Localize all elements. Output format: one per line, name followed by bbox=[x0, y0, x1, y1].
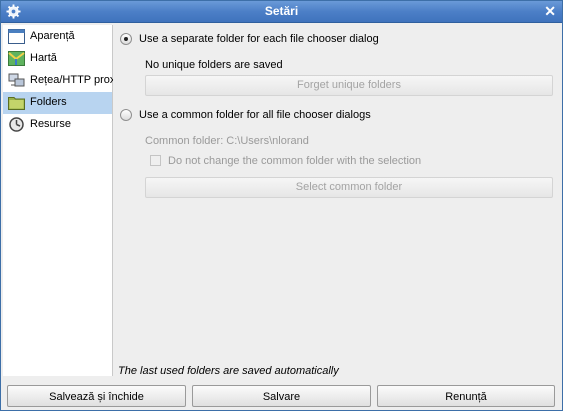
save-and-close-button[interactable]: Salvează și închide bbox=[7, 385, 186, 407]
forget-unique-folders-button[interactable]: Forget unique folders bbox=[145, 75, 553, 96]
no-unique-folders-text: No unique folders are saved bbox=[145, 59, 283, 71]
sidebar-item-label: Hartă bbox=[30, 52, 57, 64]
sidebar-item-appearance[interactable]: Aparență bbox=[3, 26, 112, 48]
separate-folder-label: Use a separate folder for each file choo… bbox=[139, 33, 379, 45]
map-icon bbox=[8, 51, 25, 66]
dont-change-common-folder-checkbox[interactable] bbox=[150, 155, 161, 166]
window-title: Setări bbox=[264, 4, 299, 18]
separate-folder-radio[interactable] bbox=[120, 33, 132, 45]
settings-window: Setări ✕ Aparență Hartă Rețea/HTTP proxy… bbox=[0, 0, 563, 411]
common-folder-path-text: Common folder: C:\Users\nlorand bbox=[145, 135, 309, 147]
sidebar-item-map[interactable]: Hartă bbox=[3, 48, 112, 70]
cancel-button[interactable]: Renunță bbox=[377, 385, 555, 407]
close-icon[interactable]: ✕ bbox=[544, 3, 556, 20]
appearance-window-icon bbox=[8, 29, 25, 44]
save-button[interactable]: Salvare bbox=[192, 385, 371, 407]
sidebar-item-network[interactable]: Rețea/HTTP proxy bbox=[3, 70, 121, 92]
select-common-folder-button[interactable]: Select common folder bbox=[145, 177, 553, 198]
sidebar-item-resources[interactable]: Resurse bbox=[3, 114, 112, 136]
sidebar-item-label: Folders bbox=[30, 96, 67, 108]
folders-panel: Use a separate folder for each file choo… bbox=[113, 25, 561, 377]
sidebar-item-label: Resurse bbox=[30, 118, 71, 130]
sidebar-item-label: Rețea/HTTP proxy bbox=[30, 74, 121, 86]
dont-change-common-folder-label: Do not change the common folder with the… bbox=[168, 155, 422, 167]
sidebar-item-folders[interactable]: Folders bbox=[3, 92, 112, 114]
settings-sidebar: Aparență Hartă Rețea/HTTP proxy Folders … bbox=[3, 25, 121, 376]
folder-icon bbox=[8, 97, 25, 110]
title-bar: Setări ✕ bbox=[1, 1, 562, 23]
network-icon bbox=[8, 73, 25, 87]
common-folder-label: Use a common folder for all file chooser… bbox=[139, 109, 371, 121]
auto-save-note: The last used folders are saved automati… bbox=[118, 365, 339, 377]
resources-icon bbox=[9, 117, 24, 132]
common-folder-radio[interactable] bbox=[120, 109, 132, 121]
sidebar-item-label: Aparență bbox=[30, 30, 75, 42]
